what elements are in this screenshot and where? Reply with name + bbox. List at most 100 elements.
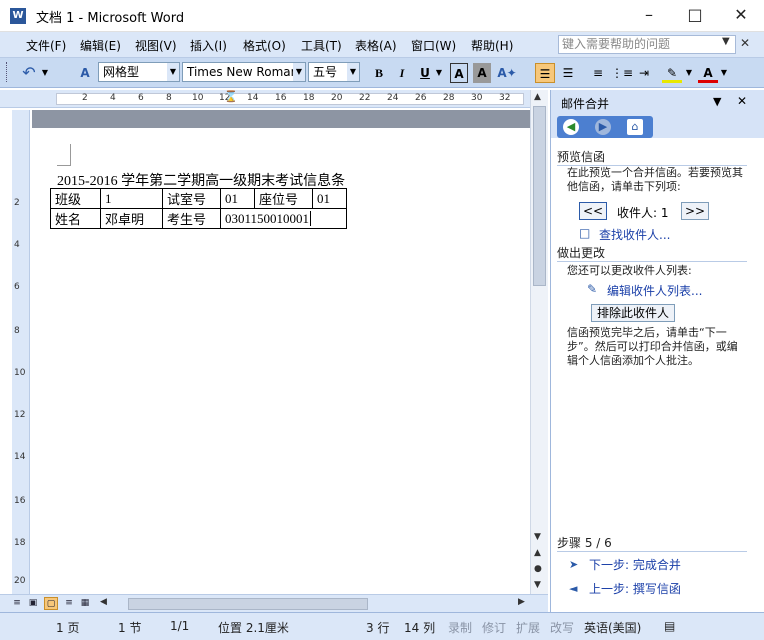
print-view-icon[interactable]: ▢ [44,597,58,610]
menu-window[interactable]: 窗口(W) [411,37,456,54]
prev-recipient-button[interactable]: << [579,202,607,220]
font-color-icon[interactable]: A [698,63,718,83]
status-pages: 1/1 [170,619,190,633]
info-table[interactable]: 班级 1 试室号 01 座位号 01 姓名 邓卓明 考生号 0301150010… [50,188,347,229]
web-view-icon[interactable]: ▣ [26,597,40,610]
minimize-button[interactable]: – [626,0,672,32]
scroll-right-icon[interactable]: ▶ [518,597,525,607]
next-step-link[interactable]: 下一步: 完成合并 [589,556,681,573]
justify-icon[interactable]: ☰ [558,63,578,83]
next-recipient-button[interactable]: >> [681,202,709,220]
status-record[interactable]: 录制 [448,619,472,636]
table-cell[interactable]: 座位号 [254,188,313,209]
toolbar-grip[interactable] [6,62,9,82]
chevron-down-icon[interactable]: ▼ [722,36,730,47]
font-color-dropdown-icon[interactable]: ▼ [719,63,729,83]
ruler-tick: 24 [387,93,399,103]
forward-icon[interactable]: ▶ [595,119,611,135]
vruler-tick: 16 [14,496,26,506]
menu-insert[interactable]: 插入(I) [190,37,227,54]
status-section: 1 节 [118,621,142,635]
home-icon[interactable]: ⌂ [627,119,643,135]
indent-icon[interactable]: ⇥ [634,63,654,83]
table-cell[interactable]: 邓卓明 [100,208,163,229]
menu-file[interactable]: 文件(F) [26,37,66,54]
menu-edit[interactable]: 编辑(E) [80,37,121,54]
reading-view-icon[interactable]: ▦ [78,597,92,610]
ruler-tick: 16 [275,93,287,103]
normal-view-icon[interactable]: ≡ [10,597,24,610]
prev-page-icon[interactable]: ▲ [534,548,541,558]
align-left-icon[interactable]: ☰ [535,63,555,83]
spelling-status-icon[interactable]: ▤ [664,619,675,633]
status-language[interactable]: 英语(美国) [584,619,641,636]
horizontal-scroll-thumb[interactable] [128,598,368,610]
horizontal-ruler[interactable]: 2 4 6 8 10 12 14 16 18 20 22 24 26 28 30… [0,90,548,108]
vertical-scrollbar[interactable]: ▲ ▼ ▲ ● ▼ [530,90,548,594]
document-canvas[interactable]: 2015-2016 学年第二学期高一级期末考试信息条 班级 1 试室号 01 座… [32,110,530,594]
menu-view[interactable]: 视图(V) [135,37,177,54]
font-combo[interactable]: Times New Roman ▼ [182,62,306,82]
close-icon[interactable]: ✕ [740,36,750,50]
highlight-dropdown-icon[interactable]: ▼ [684,63,694,83]
table-cell[interactable]: 班级 [50,188,101,209]
bold-button[interactable]: B [370,63,388,83]
next-page-icon[interactable]: ▼ [534,580,541,590]
table-cell[interactable]: 01 [220,188,255,209]
menu-tools[interactable]: 工具(T) [301,37,342,54]
task-pane-header: 邮件合并 ▼ ✕ [551,90,764,114]
close-window-button[interactable]: ✕ [718,0,764,32]
find-recipient-link[interactable]: 查找收件人... [599,226,670,243]
table-cell[interactable]: 试室号 [162,188,221,209]
chevron-down-icon[interactable]: ▼ [293,63,305,81]
vertical-scroll-thumb[interactable] [533,106,546,286]
italic-button[interactable]: I [393,63,411,83]
maximize-button[interactable]: □ [672,0,718,32]
scroll-up-icon[interactable]: ▲ [534,92,541,102]
status-extend[interactable]: 扩展 [516,619,540,636]
task-pane-menu-icon[interactable]: ▼ [713,95,721,108]
word-app-icon[interactable]: W [10,8,26,24]
text-cursor: ​ [310,210,312,226]
chevron-down-icon[interactable]: ▼ [347,63,359,81]
highlight-icon[interactable]: ✎ [662,63,682,83]
styles-pane-icon[interactable]: A [74,63,96,83]
scroll-down-icon[interactable]: ▼ [534,532,541,542]
exclude-recipient-button[interactable]: 排除此收件人 [591,304,675,322]
document-title[interactable]: 2015-2016 学年第二学期高一级期末考试信息条 [57,170,345,190]
table-cell[interactable]: 姓名 [50,208,101,229]
edit-recipient-list-link[interactable]: 编辑收件人列表... [607,282,702,299]
ruler-tick: 2 [82,93,88,103]
prev-step-link[interactable]: 上一步: 撰写信函 [589,580,681,597]
text-effects-icon[interactable]: A✦ [495,63,519,83]
status-track-changes[interactable]: 修订 [482,619,506,636]
table-cell[interactable]: 01 [312,188,347,209]
numbered-list-icon[interactable]: ≡ [588,63,608,83]
table-cell[interactable]: 考生号 [162,208,221,229]
menu-help[interactable]: 帮助(H) [471,37,513,54]
horizontal-scrollbar[interactable]: ≡ ▣ ▢ ≡ ▦ ◀ ▶ [0,594,548,612]
char-shading-icon[interactable]: A [473,63,491,83]
underline-button[interactable]: U [416,63,434,83]
bullet-list-icon[interactable]: ⋮≡ [611,63,633,83]
task-pane-close-icon[interactable]: ✕ [737,94,747,108]
font-size-combo[interactable]: 五号 ▼ [308,62,360,82]
back-icon[interactable]: ◀ [563,119,579,135]
status-overtype[interactable]: 改写 [550,619,574,636]
vertical-ruler[interactable]: 2 4 6 8 10 12 14 16 18 20 [12,110,30,594]
scroll-left-icon[interactable]: ◀ [100,597,107,607]
menu-format[interactable]: 格式(O) [243,37,286,54]
table-cell[interactable]: 1 [100,188,163,209]
browse-object-icon[interactable]: ● [534,564,542,574]
chevron-down-icon[interactable]: ▼ [167,63,179,81]
char-border-icon[interactable]: A [450,63,468,83]
indent-marker-icon[interactable]: ⌛ [224,90,238,103]
undo-icon[interactable]: ↶ [18,63,40,83]
style-combo[interactable]: 网格型 ▼ [98,62,180,82]
undo-dropdown-icon[interactable]: ▼ [40,63,50,83]
table-cell[interactable]: 0301150010001​ [220,208,347,229]
menu-table[interactable]: 表格(A) [355,37,397,54]
outline-view-icon[interactable]: ≡ [62,597,76,610]
help-search-input[interactable]: 键入需要帮助的问题 [558,35,736,54]
underline-dropdown-icon[interactable]: ▼ [434,63,444,83]
